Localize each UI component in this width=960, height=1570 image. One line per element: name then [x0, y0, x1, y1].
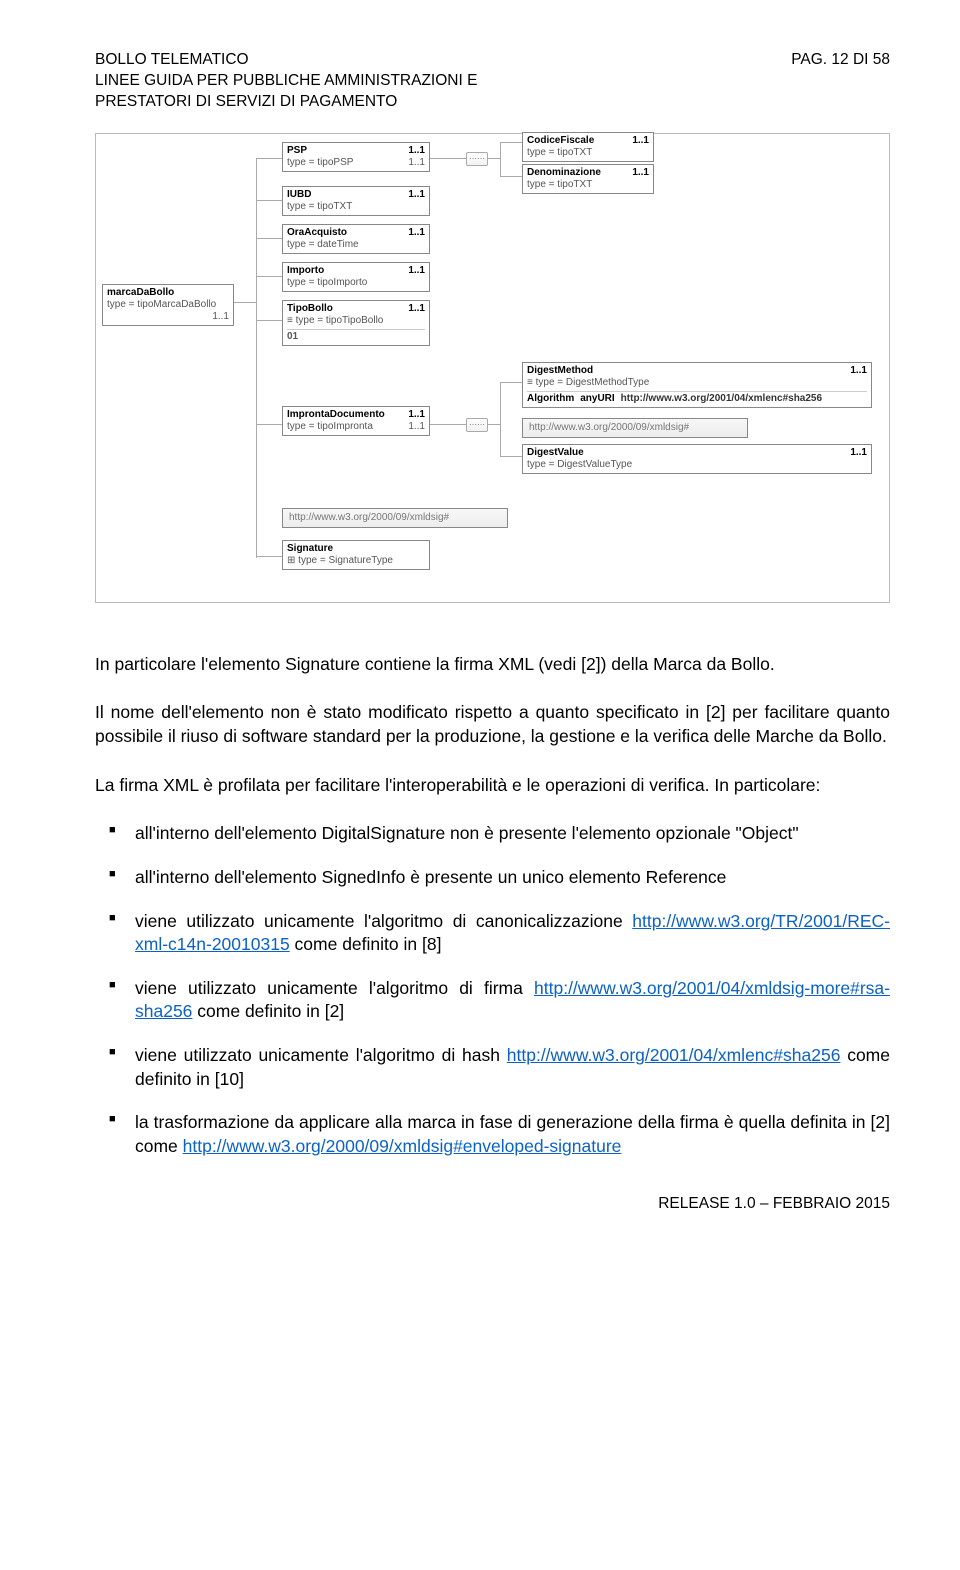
header-left: BOLLO TELEMATICO LINEE GUIDA PER PUBBLIC…: [95, 50, 477, 113]
node-digestmethod: DigestMethod1..1 ≡ type = DigestMethodTy…: [522, 362, 872, 408]
list-item: all'interno dell'elemento DigitalSignatu…: [109, 822, 890, 846]
list-item: viene utilizzato unicamente l'algoritmo …: [109, 1044, 890, 1091]
node-codicefiscale: CodiceFiscale1..1 type = tipoTXT: [522, 132, 654, 162]
list-item: la trasformazione da applicare alla marc…: [109, 1111, 890, 1158]
header-title-3: PRESTATORI DI SERVIZI DI PAGAMENTO: [95, 92, 477, 113]
header-title-2: LINEE GUIDA PER PUBBLICHE AMMINISTRAZION…: [95, 71, 477, 92]
sequence-chip: ⋯⋯: [466, 152, 488, 166]
link-xmlenc-sha256[interactable]: http://www.w3.org/2001/04/xmlenc#sha256: [507, 1045, 841, 1065]
page-footer: RELEASE 1.0 – FEBBRAIO 2015: [95, 1194, 890, 1215]
namespace-url-2: http://www.w3.org/2000/09/xmldsig#: [282, 508, 508, 528]
list-item: viene utilizzato unicamente l'algoritmo …: [109, 910, 890, 957]
sequence-chip: ⋯⋯: [466, 418, 488, 432]
paragraph-3: La firma XML è profilata per facilitare …: [95, 774, 890, 798]
list-item: all'interno dell'elemento SignedInfo è p…: [109, 866, 890, 890]
header-page: PAG. 12 DI 58: [791, 50, 890, 113]
node-signature: Signature ⊞ type = SignatureType: [282, 540, 430, 570]
page-header: BOLLO TELEMATICO LINEE GUIDA PER PUBBLIC…: [95, 50, 890, 113]
node-tipobollo: TipoBollo1..1 ≡ type = tipoTipoBollo 01: [282, 300, 430, 346]
header-title-1: BOLLO TELEMATICO: [95, 50, 477, 71]
node-iubd: IUBD1..1 type = tipoTXT: [282, 186, 430, 216]
bullet-list: all'interno dell'elemento DigitalSignatu…: [95, 822, 890, 1158]
node-denominazione: Denominazione1..1 type = tipoTXT: [522, 164, 654, 194]
paragraph-1: In particolare l'elemento Signature cont…: [95, 653, 890, 677]
node-oraacquisto: OraAcquisto1..1 type = dateTime: [282, 224, 430, 254]
paragraph-2: Il nome dell'elemento non è stato modifi…: [95, 701, 890, 748]
link-enveloped-signature[interactable]: http://www.w3.org/2000/09/xmldsig#envelo…: [183, 1136, 622, 1156]
node-marcadabollo: marcaDaBollo type = tipoMarcaDaBollo 1..…: [102, 284, 234, 326]
node-improntadocumento: ImprontaDocumento1..1 type = tipoImpront…: [282, 406, 430, 436]
node-importo: Importo1..1 type = tipoImporto: [282, 262, 430, 292]
node-digestvalue: DigestValue1..1 type = DigestValueType: [522, 444, 872, 474]
xml-schema-diagram: marcaDaBollo type = tipoMarcaDaBollo 1..…: [95, 133, 890, 603]
list-item: viene utilizzato unicamente l'algoritmo …: [109, 977, 890, 1024]
namespace-url-1: http://www.w3.org/2000/09/xmldsig#: [522, 418, 748, 438]
node-psp: PSP1..1 type = tipoPSP1..1: [282, 142, 430, 172]
